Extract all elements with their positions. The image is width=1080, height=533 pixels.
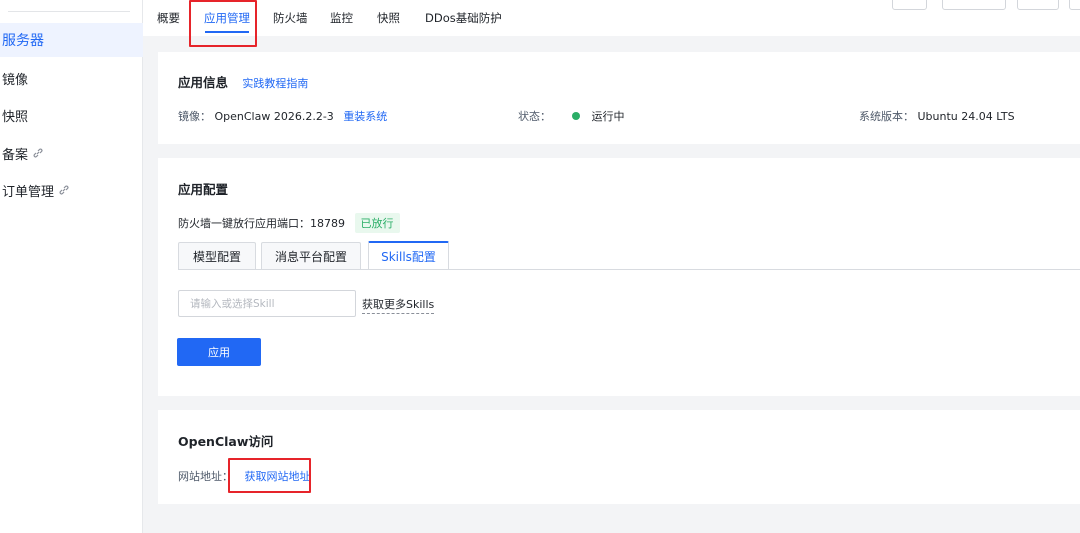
toolbar-button-3[interactable] xyxy=(1017,0,1059,10)
apply-button[interactable]: 应用 xyxy=(177,338,261,366)
app-config-title: 应用配置 xyxy=(178,182,229,197)
tab-label: Skills配置 xyxy=(381,250,436,264)
tab-app-management[interactable]: 应用管理 xyxy=(204,0,250,36)
tutorial-link[interactable]: 实践教程指南 xyxy=(242,77,308,90)
tab-label: 概要 xyxy=(157,11,180,25)
sidebar-item-orders[interactable]: 订单管理 xyxy=(0,173,143,207)
firewall-port-text: 防火墙一键放行应用端口：18789 xyxy=(178,217,345,230)
tab-label: 应用管理 xyxy=(204,11,250,25)
image-info: 镜像： OpenClaw 2026.2.2-3 重装系统 xyxy=(178,108,387,124)
external-link-icon xyxy=(32,147,44,159)
app-config-card: 应用配置 防火墙一键放行应用端口：18789 已放行 模型配置 消息平台配置 S… xyxy=(158,158,1080,396)
sidebar-item-filing[interactable]: 备案 xyxy=(0,136,143,170)
reinstall-link[interactable]: 重装系统 xyxy=(343,110,387,123)
status-info: 状态： 运行中 xyxy=(518,108,625,124)
tab-skills-config[interactable]: Skills配置 xyxy=(368,241,449,270)
openclaw-access-card: OpenClaw访问 网站地址： 获取网站地址 xyxy=(158,410,1080,504)
sidebar-item-label: 镜像 xyxy=(2,72,29,88)
tab-label: DDos基础防护 xyxy=(425,11,502,25)
tabs-divider xyxy=(178,269,1080,270)
get-more-skills-link[interactable]: 获取更多Skills xyxy=(362,296,435,314)
external-link-icon xyxy=(58,184,70,196)
access-title: OpenClaw访问 xyxy=(178,434,274,449)
firewall-port-row: 防火墙一键放行应用端口：18789 已放行 xyxy=(178,213,400,233)
site-address-label: 网站地址： xyxy=(178,470,233,483)
app-info-title: 应用信息 xyxy=(178,75,229,90)
tab-message-platform-config[interactable]: 消息平台配置 xyxy=(261,242,361,270)
toolbar-button-2[interactable] xyxy=(942,0,1006,10)
port-opened-badge: 已放行 xyxy=(354,213,400,233)
sidebar-item-label: 备案 xyxy=(2,147,29,163)
status-running-icon xyxy=(572,112,580,120)
tab-label: 消息平台配置 xyxy=(274,250,347,264)
tab-ddos-protection[interactable]: DDos基础防护 xyxy=(425,0,502,36)
os-info: 系统版本： Ubuntu 24.04 LTS xyxy=(859,108,1015,124)
tab-label: 监控 xyxy=(330,11,353,25)
tab-label: 快照 xyxy=(377,11,400,25)
sidebar: 服务器 镜像 快照 备案 订单管理 xyxy=(0,0,143,533)
tab-snapshots[interactable]: 快照 xyxy=(377,0,400,36)
tab-label: 防火墙 xyxy=(273,11,308,25)
toolbar-button-4[interactable] xyxy=(1069,0,1080,10)
top-tab-bar: 概要 应用管理 防火墙 监控 快照 DDos基础防护 ? xyxy=(143,0,1080,36)
sidebar-divider xyxy=(8,11,130,12)
tab-label: 模型配置 xyxy=(192,250,241,264)
get-site-address-link[interactable]: 获取网站地址 xyxy=(245,470,311,483)
skill-search-input[interactable] xyxy=(178,290,356,317)
sidebar-item-snapshots[interactable]: 快照 xyxy=(0,98,143,132)
os-label: 系统版本： xyxy=(859,110,914,123)
image-value: OpenClaw 2026.2.2-3 xyxy=(214,110,334,123)
app-info-card: 应用信息 实践教程指南 镜像： OpenClaw 2026.2.2-3 重装系统… xyxy=(158,52,1080,144)
sidebar-item-images[interactable]: 镜像 xyxy=(0,61,143,95)
tab-overview[interactable]: 概要 xyxy=(157,0,180,36)
toolbar-button-1[interactable] xyxy=(892,0,927,10)
status-value: 运行中 xyxy=(591,110,625,123)
site-address-row: 网站地址： 获取网站地址 xyxy=(178,468,311,484)
tab-monitoring[interactable]: 监控 xyxy=(330,0,353,36)
sidebar-item-label: 订单管理 xyxy=(2,184,55,200)
sidebar-item-label: 快照 xyxy=(2,109,29,125)
status-label: 状态： xyxy=(518,110,551,123)
sidebar-item-servers[interactable]: 服务器 xyxy=(0,23,143,57)
tab-firewall[interactable]: 防火墙 xyxy=(273,0,308,36)
tab-model-config[interactable]: 模型配置 xyxy=(178,242,256,270)
os-value: Ubuntu 24.04 LTS xyxy=(917,110,1015,123)
image-label: 镜像： xyxy=(178,110,211,123)
sidebar-item-label: 服务器 xyxy=(2,33,44,49)
